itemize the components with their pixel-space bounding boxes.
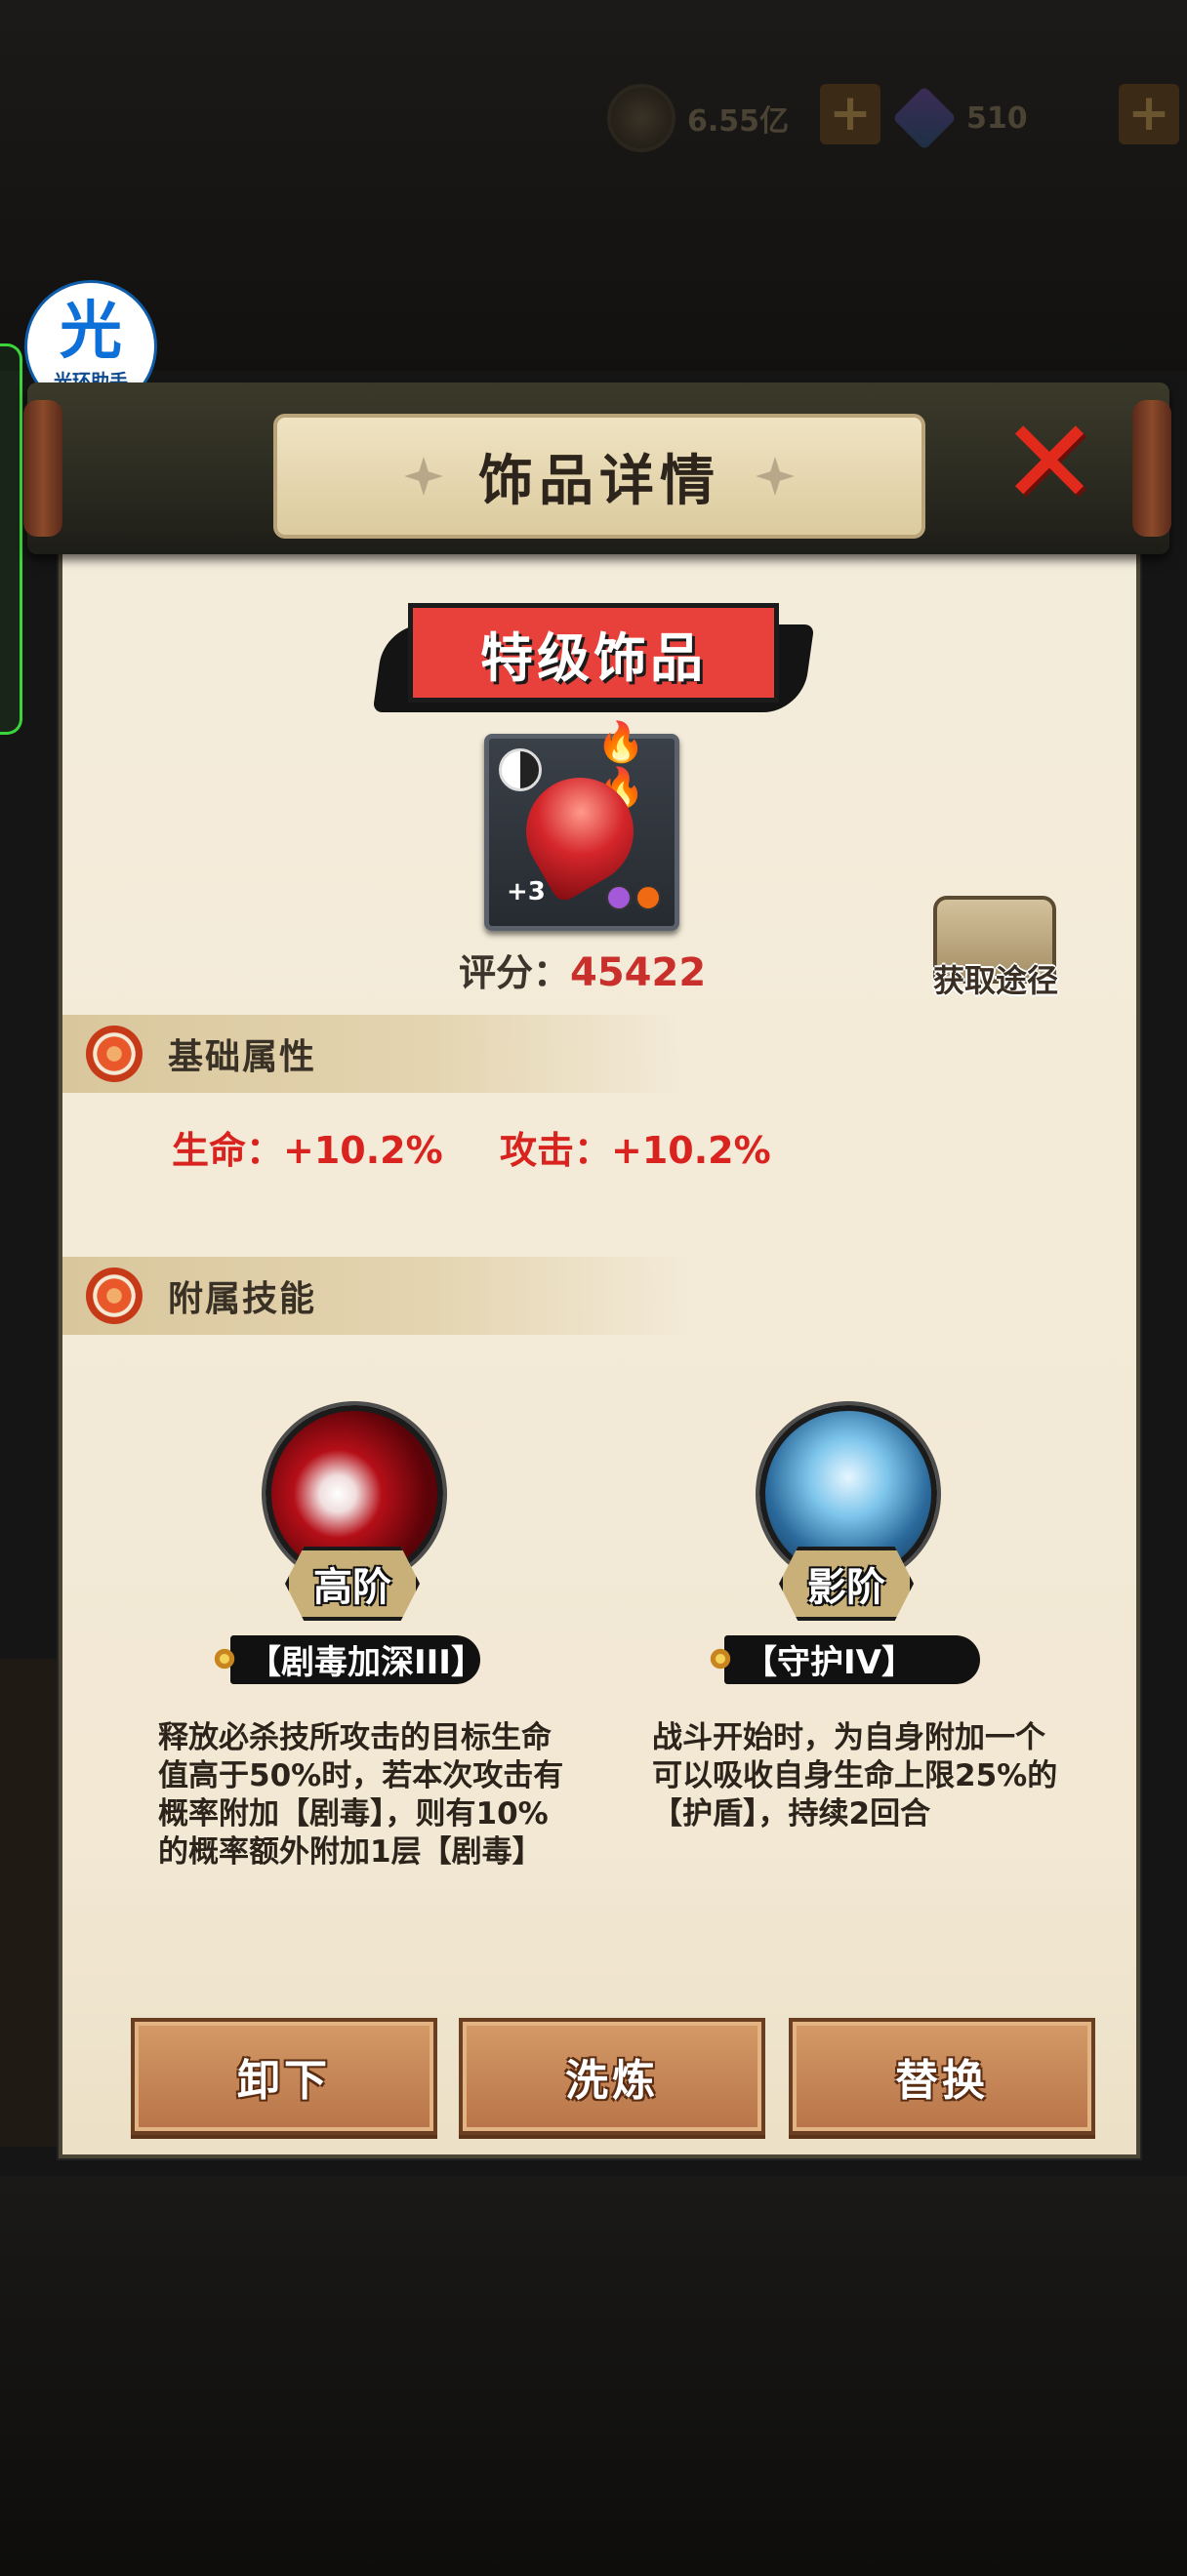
game-background-bottom [0, 2176, 1187, 2576]
rank-label: 特级饰品 [480, 626, 707, 689]
gem-counter: 510 [892, 78, 1054, 158]
tier-badge: 高阶 [285, 1547, 420, 1621]
skill-description: 战斗开始时，为自身附加一个可以吸收自身生命上限25%的【护盾】，持续2回合 [652, 1720, 1058, 1831]
skill-name-row: 【剧毒加深III】 [209, 1631, 484, 1686]
game-background-top [0, 0, 1187, 371]
small-swirl-icon [705, 1643, 736, 1674]
dialog-title: 饰品详情 [478, 449, 720, 513]
button-label: 替换 [895, 2056, 989, 2106]
score-label: 评分： [459, 951, 571, 994]
title-banner: 饰品详情 [273, 414, 925, 539]
item-level: +3 [507, 877, 546, 906]
purple-gem-icon [606, 885, 632, 910]
rank-banner: 特级饰品 [408, 603, 779, 703]
flame-swirl-icon [86, 1268, 143, 1324]
tier-badge: 影阶 [779, 1547, 914, 1621]
shuriken-icon [756, 457, 795, 496]
skill-name: 【守护IV】 [744, 1642, 915, 1682]
button-label: 洗炼 [565, 2056, 659, 2106]
refine-button[interactable]: 洗炼 [459, 2018, 765, 2135]
orange-gem-icon [635, 885, 661, 910]
coin-counter: 6.55亿 [607, 78, 804, 158]
base-attributes-header: 基础属性 [62, 1015, 687, 1093]
shuriken-icon [404, 457, 443, 496]
flame-swirl-icon [86, 1026, 143, 1082]
button-label: 卸下 [237, 2056, 331, 2106]
section-title: 附属技能 [168, 1279, 317, 1319]
skill-name: 【剧毒加深III】 [248, 1642, 484, 1682]
attr-hp: 生命：+10.2% [172, 1129, 443, 1172]
close-button[interactable]: ✕ [996, 405, 1103, 522]
skill-name-row: 【守护IV】 [705, 1631, 915, 1686]
source-button-label[interactable]: 获取途径 [918, 956, 1074, 1001]
accessory-icon[interactable]: 🔥🔥 +3 [484, 720, 679, 931]
attr-attack: 攻击：+10.2% [500, 1129, 771, 1172]
tier-label: 高阶 [313, 1565, 391, 1610]
coin-icon [607, 84, 675, 152]
gem-icon [892, 86, 957, 150]
item-score: 评分： 45422 [459, 943, 706, 996]
gem-value: 510 [966, 101, 1028, 136]
coin-value: 6.55亿 [687, 104, 790, 139]
replace-button[interactable]: 替换 [789, 2018, 1095, 2135]
game-background-strip [0, 1659, 59, 2147]
helper-logo-char: 光 [60, 295, 122, 368]
skill-description: 释放必杀技所攻击的目标生命值高于50%时，若本次攻击有概率附加【剧毒】，则有10… [158, 1720, 564, 1870]
score-value: 45422 [570, 950, 707, 995]
side-drawer-tab[interactable] [0, 343, 22, 735]
yin-yang-icon [499, 748, 542, 791]
tier-label: 影阶 [807, 1565, 885, 1610]
section-title: 基础属性 [168, 1037, 317, 1077]
small-swirl-icon [209, 1643, 240, 1674]
scroll-cap-left [23, 400, 62, 537]
scroll-cap-right [1132, 400, 1171, 537]
unequip-button[interactable]: 卸下 [131, 2018, 437, 2135]
add-gems-button[interactable]: + [1119, 84, 1179, 144]
add-coins-button[interactable]: + [820, 84, 880, 144]
skills-header: 附属技能 [62, 1257, 687, 1335]
